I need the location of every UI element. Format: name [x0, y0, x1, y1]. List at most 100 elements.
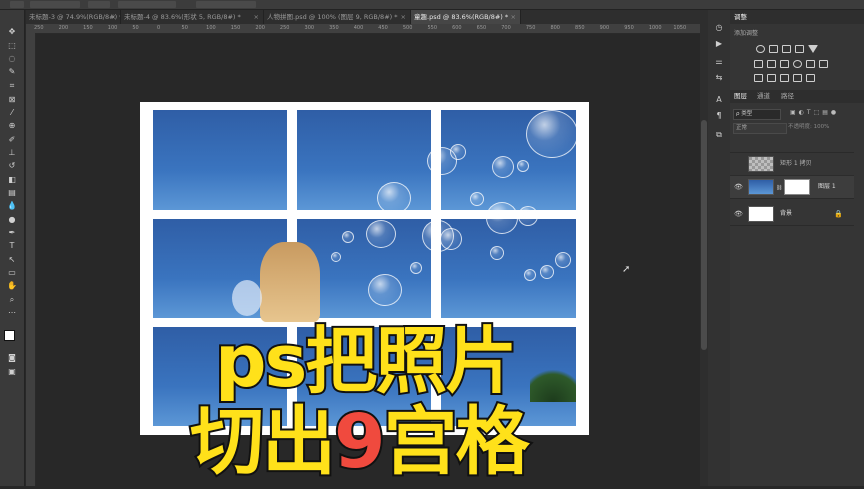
- layer-name[interactable]: 背景: [780, 203, 792, 225]
- close-icon[interactable]: ×: [511, 10, 516, 24]
- history-brush-icon[interactable]: ↺: [6, 160, 18, 171]
- pen-tool-icon[interactable]: ✒: [6, 227, 18, 238]
- eye-icon[interactable]: 👁: [734, 183, 743, 191]
- hue-saturation-icon[interactable]: [754, 60, 763, 68]
- paragraph-icon[interactable]: ¶: [713, 110, 725, 120]
- layer-name[interactable]: 矩形 1 拷贝: [780, 153, 812, 175]
- play-icon[interactable]: ▶: [713, 38, 725, 48]
- blend-mode-select[interactable]: 正常: [733, 123, 787, 134]
- bubble: [377, 182, 411, 214]
- rectangle-tool-icon[interactable]: ▭: [6, 267, 18, 278]
- vibrance-icon[interactable]: [808, 45, 818, 53]
- align-buttons[interactable]: [196, 1, 256, 8]
- bubble: [486, 202, 518, 234]
- eye-icon[interactable]: 👁: [734, 210, 743, 218]
- character-icon[interactable]: A: [713, 94, 725, 104]
- tab-paths[interactable]: 路径: [781, 91, 794, 102]
- adjust-icon[interactable]: ⇆: [713, 72, 725, 82]
- layer-name[interactable]: 图层 1: [818, 176, 836, 198]
- blur-tool-icon[interactable]: 💧: [6, 200, 18, 211]
- opacity-field[interactable]: 不透明度: 100%: [788, 123, 854, 132]
- posterize-icon[interactable]: [767, 74, 776, 82]
- path-select-icon[interactable]: ↖: [6, 254, 18, 265]
- curves-icon[interactable]: [782, 45, 791, 53]
- tab-layers[interactable]: 图层: [734, 91, 747, 102]
- foreground-color-swatch[interactable]: [4, 330, 15, 341]
- link-icon[interactable]: ⛓: [776, 185, 782, 191]
- eyedropper-tool-icon[interactable]: ⁄: [6, 107, 18, 118]
- threshold-icon[interactable]: [780, 74, 789, 82]
- ruler-tick-label: 600: [452, 25, 462, 31]
- hand-tool-icon[interactable]: ✋: [6, 280, 18, 291]
- doc-tab[interactable]: 人物拼图.psd @ 100% (图层 9, RGB/8#) * ×: [264, 10, 411, 24]
- tab-channels[interactable]: 通道: [757, 91, 770, 102]
- move-tool-option[interactable]: [10, 1, 24, 8]
- right-panels: 调整 添加调整 图层 通道 路径 ρ 类型 ▣◐T⬚▤● 正常 不透明度: 10…: [730, 10, 864, 486]
- black-white-icon[interactable]: [780, 60, 789, 68]
- dodge-tool-icon[interactable]: ●: [6, 214, 18, 225]
- filter-icons[interactable]: ▣◐T⬚▤●: [790, 109, 850, 118]
- lasso-tool-icon[interactable]: ◌: [6, 53, 18, 64]
- layer-thumbnail: [748, 156, 774, 172]
- layer-row[interactable]: 👁 背景 🔒: [730, 203, 854, 226]
- ruler-tick-label: 300: [304, 25, 315, 31]
- layer-row[interactable]: 👁 ⛓ 图层 1: [730, 176, 854, 199]
- show-transform-controls[interactable]: [118, 1, 176, 8]
- exposure-icon[interactable]: [795, 45, 804, 53]
- color-balance-icon[interactable]: [767, 60, 776, 68]
- layer-thumbnail: [748, 206, 774, 222]
- auto-select-option[interactable]: [30, 1, 80, 8]
- bubble: [524, 269, 536, 281]
- layer-thumbnail: [748, 179, 774, 195]
- ruler-tick-label: 700: [501, 25, 511, 31]
- doc-tab[interactable]: 未标题-4 @ 83.6%(形状 5, RGB/8#) * ×: [121, 10, 264, 24]
- ruler-tick-label: 100: [206, 25, 216, 31]
- selective-color-icon[interactable]: [793, 74, 802, 82]
- brightness-icon[interactable]: [756, 45, 765, 53]
- vertical-ruler: [26, 33, 36, 486]
- history-icon[interactable]: ◷: [713, 22, 725, 32]
- quick-mask-icon[interactable]: ◙: [6, 352, 18, 363]
- color-lookup-icon[interactable]: [819, 60, 828, 68]
- bubble: [450, 144, 466, 160]
- photo-filter-icon[interactable]: [793, 60, 802, 68]
- close-icon[interactable]: ×: [254, 10, 259, 24]
- crop-tool-icon[interactable]: ⌗: [6, 80, 18, 91]
- options-bar: [0, 0, 864, 10]
- quick-select-tool-icon[interactable]: ✎: [6, 66, 18, 77]
- doc-tab-active[interactable]: 童趣.psd @ 83.6%(RGB/8#) * ×: [411, 10, 521, 24]
- libraries-icon[interactable]: ⧉: [713, 130, 725, 140]
- clone-stamp-icon[interactable]: ⊥: [6, 147, 18, 158]
- ruler-tick-label: 900: [599, 25, 610, 31]
- group-dropdown[interactable]: [88, 1, 110, 8]
- type-tool-icon[interactable]: T: [6, 240, 18, 251]
- ruler-tick-label: 200: [255, 25, 265, 31]
- bubble: [470, 192, 484, 206]
- layer-row[interactable]: 矩形 1 拷贝: [730, 153, 854, 176]
- more-tools-icon[interactable]: ⋯: [6, 307, 18, 318]
- bubble: [555, 252, 571, 268]
- brush-tool-icon[interactable]: ✐: [6, 134, 18, 145]
- healing-brush-icon[interactable]: ⊕: [6, 120, 18, 131]
- eraser-tool-icon[interactable]: ◧: [6, 174, 18, 185]
- screen-mode-icon[interactable]: ▣: [6, 366, 18, 377]
- invert-icon[interactable]: [754, 74, 763, 82]
- caption-part: 切出: [188, 397, 338, 487]
- close-icon[interactable]: ×: [111, 10, 116, 24]
- close-icon[interactable]: ×: [401, 10, 406, 24]
- marquee-tool-icon[interactable]: ⬚: [6, 40, 18, 51]
- doc-tab-label: 未标题-4 @ 83.6%(形状 5, RGB/8#) *: [124, 13, 241, 21]
- levels-icon[interactable]: [769, 45, 778, 53]
- lock-icon: 🔒: [834, 210, 843, 218]
- layer-filter-select[interactable]: ρ 类型: [733, 109, 781, 120]
- scrollbar-thumb[interactable]: [701, 120, 707, 350]
- channel-mixer-icon[interactable]: [806, 60, 815, 68]
- tab-adjustments[interactable]: 调整: [734, 12, 747, 23]
- zoom-tool-icon[interactable]: ⌕: [6, 294, 18, 305]
- gradient-tool-icon[interactable]: ▤: [6, 187, 18, 198]
- doc-tab[interactable]: 未标题-3 @ 74.9%(RGB/8#) * ×: [26, 10, 121, 24]
- frame-tool-icon[interactable]: ⊠: [6, 94, 18, 105]
- gradient-map-icon[interactable]: [806, 74, 815, 82]
- move-tool-icon[interactable]: ✥: [6, 26, 18, 37]
- properties-icon[interactable]: ⚌: [713, 56, 725, 66]
